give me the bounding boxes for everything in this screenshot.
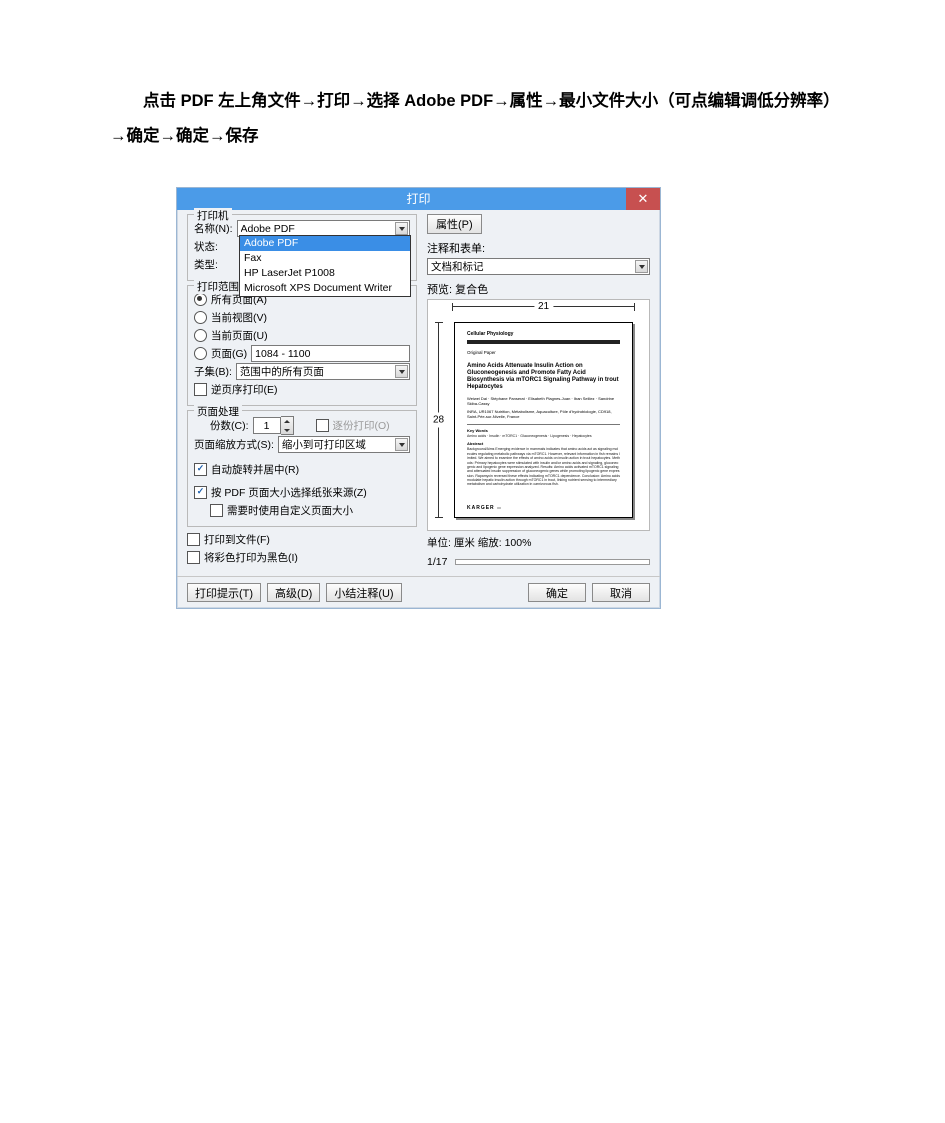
copies-input[interactable] (253, 417, 281, 434)
ruler-width-value: 21 (534, 301, 553, 312)
reverse-order-label: 逆页序打印(E) (211, 382, 278, 397)
reverse-order-checkbox[interactable] (194, 383, 207, 396)
printer-dropdown[interactable]: Adobe PDF Fax HP LaserJet P1008 Microsof… (239, 235, 411, 297)
page-counter: 1/17 (427, 556, 447, 568)
subset-select[interactable] (236, 363, 410, 380)
preview-bar (467, 340, 620, 344)
auto-rotate-checkbox[interactable] (194, 463, 207, 476)
range-pages-input[interactable] (251, 345, 410, 362)
chevron-down-icon[interactable] (635, 260, 648, 273)
preview-doc-title: Amino Acids Attenuate Insulin Action on … (467, 363, 620, 391)
print-dialog: 打印 ✕ 打印机 名称(N): (176, 187, 661, 609)
preview-page: Cellular Physiology Original Paper Amino… (454, 322, 633, 518)
preview-footer-brand: KARGER (467, 505, 495, 511)
instruction-text: 点击 PDF 左上角文件→打印→选择 Adobe PDF→属性→最小文件大小（可… (110, 84, 835, 153)
printer-name-label: 名称(N): (194, 221, 233, 236)
range-pages-label: 页面(G) (211, 346, 247, 361)
range-all-radio[interactable] (194, 293, 207, 306)
preview-units-line: 单位: 厘米 缩放: 100% (427, 535, 650, 550)
cancel-button[interactable]: 取消 (592, 583, 650, 602)
copies-spinner[interactable] (281, 416, 294, 435)
dialog-title: 打印 (177, 188, 660, 210)
ok-button[interactable]: 确定 (528, 583, 586, 602)
preview-affil: INRA, UR1067 Nutrition, Métabolisme, Aqu… (467, 410, 620, 420)
titlebar[interactable]: 打印 ✕ (177, 188, 660, 210)
preview-section: Original Paper (467, 350, 620, 355)
collate-label: 逐份打印(O) (333, 418, 390, 433)
print-to-file-label: 打印到文件(F) (204, 532, 270, 547)
ruler-height-value: 28 (433, 413, 444, 428)
subset-label: 子集(B): (194, 364, 232, 379)
auto-rotate-label: 自动旋转并居中(R) (211, 462, 299, 477)
print-to-file-checkbox[interactable] (187, 533, 200, 546)
custom-size-label: 需要时使用自定义页面大小 (227, 503, 353, 518)
range-current-page-radio[interactable] (194, 329, 207, 342)
close-button[interactable]: ✕ (626, 188, 660, 210)
advanced-button[interactable]: 高级(D) (267, 583, 320, 602)
range-current-page-label: 当前页面(U) (211, 328, 268, 343)
dialog-footer: 打印提示(T) 高级(D) 小结注释(U) 确定 取消 (177, 576, 660, 608)
pdf-page-size-checkbox[interactable] (194, 486, 207, 499)
pdf-page-size-label: 按 PDF 页面大小选择纸张来源(Z) (211, 485, 367, 500)
page-slider[interactable] (455, 559, 650, 565)
preview-abstract-label: Abstract (467, 441, 620, 446)
custom-size-checkbox[interactable] (210, 504, 223, 517)
chevron-down-icon[interactable] (395, 222, 408, 235)
printing-tips-button[interactable]: 打印提示(T) (187, 583, 261, 602)
range-legend: 打印范围 (194, 279, 242, 294)
comments-forms-label: 注释和表单: (427, 240, 650, 256)
properties-button[interactable]: 属性(P) (427, 214, 482, 234)
page-handling-group: 页面处理 份数(C): 逐份打印(O) 页面缩放方 (187, 410, 417, 527)
printer-type-label: 类型: (194, 257, 218, 272)
chevron-down-icon[interactable] (395, 438, 408, 451)
scaling-select[interactable] (278, 436, 410, 453)
copies-label: 份数(C): (210, 418, 249, 433)
chevron-down-icon[interactable] (395, 365, 408, 378)
handling-legend: 页面处理 (194, 404, 242, 419)
summarize-comments-button[interactable]: 小结注释(U) (326, 583, 401, 602)
preview-keywords: Amino acids · Insulin · mTORC1 · Glucone… (467, 434, 620, 438)
printer-status-label: 状态: (194, 239, 218, 254)
color-as-black-checkbox[interactable] (187, 551, 200, 564)
preview-keywords-label: Key Words (467, 428, 620, 433)
printer-option[interactable]: Adobe PDF (240, 236, 410, 251)
scaling-label: 页面缩放方式(S): (194, 437, 274, 452)
printer-option[interactable]: HP LaserJet P1008 (240, 266, 410, 281)
printer-group: 打印机 名称(N): Adobe PDF Fax HP LaserJet P10… (187, 214, 417, 281)
printer-option[interactable]: Microsoft XPS Document Writer (240, 281, 410, 296)
comments-forms-select[interactable] (427, 258, 650, 275)
preview-abstract: Background/Aims Emerging evidence in mam… (467, 447, 620, 486)
range-current-view-label: 当前视图(V) (211, 310, 267, 325)
ruler-vertical: 28 (438, 322, 449, 518)
printer-option[interactable]: Fax (240, 251, 410, 266)
ruler-horizontal: 21 (452, 306, 635, 317)
print-range-group: 打印范围 所有页面(A) 当前视图(V) 当前页面(U) 页面(G) 子集(B)… (187, 285, 417, 406)
collate-checkbox (316, 419, 329, 432)
screenshot-region: 打印 ✕ 打印机 名称(N): (176, 187, 660, 609)
preview-label: 预览: 复合色 (427, 281, 650, 297)
printer-legend: 打印机 (194, 208, 232, 223)
preview-journal: Cellular Physiology (467, 331, 513, 337)
preview-box: 21 28 Cellular Physiology Original Paper… (427, 299, 650, 531)
color-as-black-label: 将彩色打印为黑色(I) (204, 550, 298, 565)
preview-authors: Weiwei Dai · Stéphane Panserat · Elisabe… (467, 397, 620, 407)
range-current-view-radio[interactable] (194, 311, 207, 324)
range-pages-radio[interactable] (194, 347, 207, 360)
